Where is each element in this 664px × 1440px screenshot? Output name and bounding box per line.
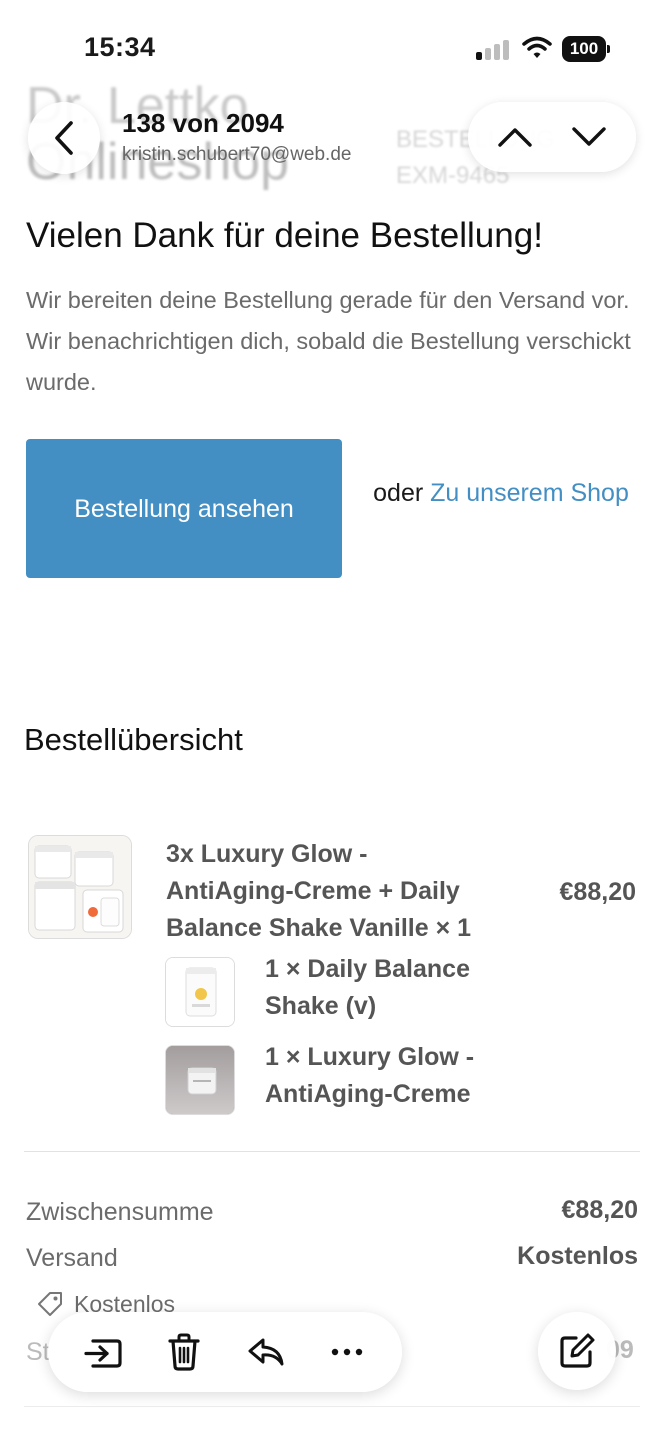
summary-heading: Bestellübersicht bbox=[24, 722, 243, 757]
message-navigation bbox=[468, 102, 636, 172]
move-button[interactable] bbox=[73, 1322, 133, 1382]
alternative-action: oder Zu unserem Shop bbox=[370, 476, 632, 510]
component-image-shake bbox=[165, 957, 235, 1027]
cellular-signal-icon bbox=[476, 38, 510, 60]
line-item-title: 3x Luxury Glow - AntiAging-Creme + Daily… bbox=[166, 840, 472, 942]
chevron-up-icon bbox=[498, 128, 532, 147]
previous-message-button[interactable] bbox=[487, 109, 543, 165]
status-time: 15:34 bbox=[84, 32, 156, 62]
bottom-divider bbox=[24, 1406, 640, 1407]
shop-link[interactable]: Zu unserem Shop bbox=[430, 479, 629, 507]
component-image-creme bbox=[165, 1045, 235, 1115]
reply-button[interactable] bbox=[236, 1322, 296, 1382]
chevron-left-icon bbox=[55, 121, 73, 155]
delete-button[interactable] bbox=[154, 1322, 214, 1382]
shipping-label: Versand bbox=[26, 1244, 118, 1272]
or-text: oder bbox=[373, 479, 424, 507]
compose-icon bbox=[560, 1333, 595, 1368]
compose-button[interactable] bbox=[538, 1312, 616, 1390]
line-item-price: €88,20 bbox=[559, 878, 636, 906]
message-position: 138 von 2094 bbox=[122, 108, 284, 138]
next-message-button[interactable] bbox=[561, 109, 617, 165]
view-order-button[interactable]: Bestellung ansehen bbox=[26, 439, 342, 578]
sender-address: kristin.schubert70@web.de bbox=[122, 144, 352, 165]
more-icon bbox=[332, 1348, 363, 1356]
chevron-down-icon bbox=[572, 127, 606, 146]
shipping-value: Kostenlos bbox=[517, 1242, 638, 1270]
move-to-folder-icon bbox=[84, 1339, 122, 1368]
subtotal-value: €88,20 bbox=[561, 1196, 638, 1224]
bottom-toolbar bbox=[48, 1312, 402, 1392]
page-title: Vielen Dank für deine Bestellung! bbox=[26, 216, 543, 255]
wifi-icon bbox=[522, 36, 552, 60]
intro-text: Wir bereiten deine Bestellung gerade für… bbox=[26, 287, 631, 395]
obscured-label: St bbox=[26, 1338, 50, 1366]
tag-icon bbox=[38, 1292, 62, 1316]
battery-icon: 100 bbox=[562, 36, 610, 62]
back-button[interactable] bbox=[28, 102, 100, 174]
product-image bbox=[28, 835, 132, 939]
reply-icon bbox=[248, 1338, 284, 1366]
more-button[interactable] bbox=[317, 1322, 377, 1382]
subtotal-label: Zwischensumme bbox=[26, 1198, 214, 1226]
component-label-shake: 1 × Daily Balance Shake (v) bbox=[265, 955, 470, 1020]
trash-icon bbox=[168, 1333, 200, 1371]
component-label-creme: 1 × Luxury Glow - AntiAging-Creme bbox=[265, 1043, 475, 1108]
summary-divider bbox=[24, 1151, 640, 1152]
battery-level: 100 bbox=[562, 36, 606, 62]
